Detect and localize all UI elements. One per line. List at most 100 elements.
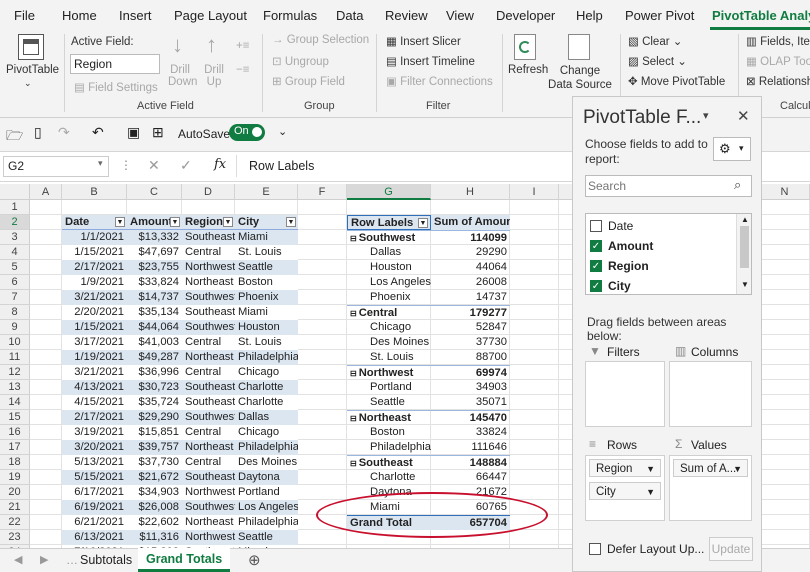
table-cell[interactable]: $30,723 bbox=[127, 380, 182, 395]
field-checkbox[interactable]: ✓ bbox=[590, 280, 602, 292]
column-header-e[interactable]: E bbox=[235, 184, 298, 200]
table-cell[interactable]: $37,730 bbox=[127, 455, 182, 470]
filter-connections-button[interactable]: ▣ Filter Connections bbox=[386, 74, 493, 88]
row-header-8[interactable]: 8 bbox=[0, 305, 30, 320]
pivot-item-row[interactable]: Portland bbox=[347, 380, 431, 395]
table-cell[interactable]: $11,316 bbox=[127, 530, 182, 545]
table-cell[interactable]: $15,851 bbox=[127, 425, 182, 440]
pivot-item-row[interactable]: St. Louis bbox=[347, 350, 431, 365]
table-cell[interactable]: Central bbox=[182, 365, 235, 380]
table-cell[interactable]: Philadelphia bbox=[235, 350, 298, 365]
undo-icon[interactable]: ↶ bbox=[92, 124, 104, 141]
table-cell[interactable]: 2/17/2021 bbox=[62, 410, 127, 425]
row-header-21[interactable]: 21 bbox=[0, 500, 30, 515]
table-cell[interactable]: Northwest bbox=[182, 485, 235, 500]
table-cell[interactable]: 4/13/2021 bbox=[62, 380, 127, 395]
drill-down-button[interactable]: Drill Down bbox=[168, 64, 197, 88]
function-icon[interactable]: fx bbox=[214, 157, 226, 172]
sheet-tab-grand-totals[interactable]: Grand Totals bbox=[138, 548, 230, 572]
insert-timeline-button[interactable]: ▤ Insert Timeline bbox=[386, 54, 475, 68]
table-cell[interactable]: Charlotte bbox=[235, 380, 298, 395]
pivot-value-cell[interactable]: 26008 bbox=[431, 275, 510, 290]
table-cell[interactable]: $39,757 bbox=[127, 440, 182, 455]
table-cell[interactable]: 3/20/2021 bbox=[62, 440, 127, 455]
table-cell[interactable]: Southeast bbox=[182, 305, 235, 320]
table-header-cell[interactable]: Date ▼ bbox=[62, 215, 127, 230]
table-cell[interactable]: 6/21/2021 bbox=[62, 515, 127, 530]
table-cell[interactable]: Philadelphia bbox=[235, 515, 298, 530]
tab-power-pivot[interactable]: Power Pivot bbox=[625, 8, 694, 23]
row-header-3[interactable]: 3 bbox=[0, 230, 30, 245]
pivot-group-row[interactable]: ⊟ Southwest bbox=[347, 230, 431, 245]
pivot-value-cell[interactable]: 66447 bbox=[431, 470, 510, 485]
tab-file[interactable]: File bbox=[14, 8, 35, 23]
row-header-12[interactable]: 12 bbox=[0, 365, 30, 380]
row-header-16[interactable]: 16 bbox=[0, 425, 30, 440]
defer-layout-checkbox[interactable] bbox=[589, 543, 601, 555]
table-cell[interactable]: 5/15/2021 bbox=[62, 470, 127, 485]
filter-dropdown-icon[interactable]: ▼ bbox=[223, 217, 233, 227]
table-cell[interactable]: $36,996 bbox=[127, 365, 182, 380]
pivot-item-row[interactable]: Seattle bbox=[347, 395, 431, 410]
table-header-cell[interactable]: Region ▼ bbox=[182, 215, 235, 230]
filter-dropdown-icon[interactable]: ▼ bbox=[418, 218, 428, 228]
clear-button[interactable]: ▧ Clear ⌄ bbox=[628, 34, 682, 48]
pivot-header-sum[interactable]: Sum of Amount bbox=[431, 215, 510, 230]
formula-input[interactable]: Row Labels bbox=[249, 159, 314, 173]
pivot-value-cell[interactable]: 37730 bbox=[431, 335, 510, 350]
table-cell[interactable]: Northeast bbox=[182, 440, 235, 455]
table-cell[interactable]: Des Moines bbox=[235, 455, 298, 470]
row-header-9[interactable]: 9 bbox=[0, 320, 30, 335]
pivot-item-row[interactable]: Phoenix bbox=[347, 290, 431, 305]
table-cell[interactable]: Seattle bbox=[235, 260, 298, 275]
table-cell[interactable]: Southwest bbox=[182, 500, 235, 515]
row-header-4[interactable]: 4 bbox=[0, 245, 30, 260]
tab-developer[interactable]: Developer bbox=[496, 8, 555, 23]
pivot-value-cell[interactable]: 148884 bbox=[431, 455, 510, 470]
table-cell[interactable]: Northwest bbox=[182, 260, 235, 275]
pivot-item-row[interactable]: Los Angeles bbox=[347, 275, 431, 290]
update-button[interactable]: Update bbox=[709, 537, 753, 561]
table-cell[interactable]: Daytona bbox=[235, 470, 298, 485]
pivot-value-cell[interactable]: 111646 bbox=[431, 440, 510, 455]
column-header-f[interactable]: F bbox=[298, 184, 347, 200]
move-pivottable-button[interactable]: ✥ Move PivotTable bbox=[628, 74, 725, 88]
pivot-value-cell[interactable]: 179277 bbox=[431, 305, 510, 320]
table-cell[interactable]: Portland bbox=[235, 485, 298, 500]
pivot-group-row[interactable]: ⊟ Northeast bbox=[347, 410, 431, 425]
table-cell[interactable]: $33,824 bbox=[127, 275, 182, 290]
pivot-group-row[interactable]: ⊟ Central bbox=[347, 305, 431, 320]
table-header-cell[interactable]: City ▼ bbox=[235, 215, 298, 230]
table-cell[interactable]: Dallas bbox=[235, 410, 298, 425]
pivottable-button[interactable]: PivotTable bbox=[6, 64, 59, 76]
table-cell[interactable]: Southwest bbox=[182, 410, 235, 425]
row-header-5[interactable]: 5 bbox=[0, 260, 30, 275]
more-sheets-icon[interactable]: … bbox=[66, 553, 78, 567]
table-cell[interactable]: 1/1/2021 bbox=[62, 230, 127, 245]
pivot-value-cell[interactable]: 44064 bbox=[431, 260, 510, 275]
table-cell[interactable]: 2/20/2021 bbox=[62, 305, 127, 320]
row-header-1[interactable]: 1 bbox=[0, 200, 30, 215]
pivot-value-cell[interactable]: 69974 bbox=[431, 365, 510, 380]
autosave-toggle[interactable]: On bbox=[229, 124, 265, 141]
open-folder-icon[interactable]: 🗁 bbox=[6, 125, 23, 149]
table-icon[interactable]: ⊞ bbox=[152, 124, 164, 141]
pivot-value-cell[interactable]: 88700 bbox=[431, 350, 510, 365]
row-header-15[interactable]: 15 bbox=[0, 410, 30, 425]
field-list-item[interactable]: ✓ Region bbox=[590, 258, 730, 276]
tab-data[interactable]: Data bbox=[336, 8, 363, 23]
collapse-icon[interactable]: ⊟ bbox=[350, 231, 357, 245]
table-cell[interactable]: Boston bbox=[235, 275, 298, 290]
select-button[interactable]: ▨ Select ⌄ bbox=[628, 54, 687, 68]
pivot-group-row[interactable]: ⊟ Northwest bbox=[347, 365, 431, 380]
table-cell[interactable]: Philadelphia bbox=[235, 440, 298, 455]
tab-insert[interactable]: Insert bbox=[119, 8, 152, 23]
table-cell[interactable]: $35,134 bbox=[127, 305, 182, 320]
table-cell[interactable]: 1/15/2021 bbox=[62, 245, 127, 260]
table-cell[interactable]: 6/17/2021 bbox=[62, 485, 127, 500]
row-header-7[interactable]: 7 bbox=[0, 290, 30, 305]
table-cell[interactable]: $21,672 bbox=[127, 470, 182, 485]
values-field-sum-amount[interactable]: Sum of A... ▼ bbox=[673, 459, 748, 477]
row-header-14[interactable]: 14 bbox=[0, 395, 30, 410]
pivot-item-row[interactable]: Boston bbox=[347, 425, 431, 440]
